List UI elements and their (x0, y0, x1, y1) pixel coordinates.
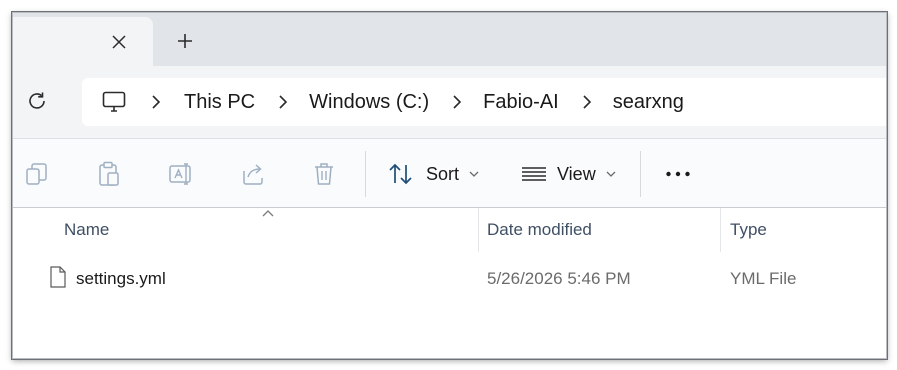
paste-icon[interactable] (96, 161, 122, 187)
breadcrumb-item-windows-c[interactable]: Windows (C:) (309, 91, 429, 114)
table-row[interactable]: settings.yml 5/26/2026 5:46 PM YML File (13, 259, 886, 299)
close-icon[interactable] (108, 31, 130, 53)
sort-ascending-icon (262, 210, 274, 217)
delete-icon[interactable] (311, 161, 337, 187)
sort-icon (388, 162, 414, 186)
toolbar-divider (640, 151, 641, 197)
column-header-date-modified[interactable]: Date modified (487, 220, 592, 240)
command-bar: Sort View (13, 139, 886, 208)
view-button[interactable]: View (521, 159, 616, 189)
active-tab[interactable] (13, 17, 153, 66)
breadcrumb-item-searxng[interactable]: searxng (613, 91, 684, 114)
address-row: This PC Windows (C:) Fabio-AI searxng (13, 66, 886, 139)
view-list-icon (521, 164, 547, 184)
plus-icon[interactable] (173, 29, 197, 53)
file-name[interactable]: settings.yml (76, 269, 166, 289)
toolbar-divider (365, 151, 366, 197)
chevron-right-icon[interactable] (577, 92, 597, 112)
column-header-row: Name Date modified Type (13, 208, 886, 252)
refresh-icon[interactable] (25, 89, 49, 113)
chevron-down-icon (469, 171, 479, 178)
file-type: YML File (730, 269, 797, 288)
tab-strip (13, 13, 886, 66)
sort-label: Sort (426, 163, 460, 184)
breadcrumb-item-this-pc[interactable]: This PC (184, 91, 255, 114)
chevron-down-icon (606, 171, 616, 178)
column-divider[interactable] (478, 208, 479, 252)
monitor-icon[interactable] (102, 91, 126, 113)
share-icon[interactable] (240, 161, 266, 187)
breadcrumb-item-fabio-ai[interactable]: Fabio-AI (483, 91, 559, 114)
chevron-right-icon[interactable] (447, 92, 467, 112)
copy-icon[interactable] (24, 161, 50, 187)
file-explorer-window: This PC Windows (C:) Fabio-AI searxng So… (12, 12, 887, 359)
sort-button[interactable]: Sort (388, 159, 479, 189)
chevron-right-icon[interactable] (146, 92, 166, 112)
file-date-modified: 5/26/2026 5:46 PM (487, 269, 631, 288)
view-label: View (557, 163, 596, 184)
chevron-right-icon[interactable] (273, 92, 293, 112)
ellipsis-icon[interactable] (665, 159, 691, 189)
breadcrumb[interactable]: This PC Windows (C:) Fabio-AI searxng (82, 78, 886, 126)
rename-icon[interactable] (168, 161, 194, 187)
column-header-type[interactable]: Type (730, 220, 767, 240)
column-divider[interactable] (720, 208, 721, 252)
file-icon (49, 266, 67, 293)
column-header-name[interactable]: Name (64, 220, 109, 240)
